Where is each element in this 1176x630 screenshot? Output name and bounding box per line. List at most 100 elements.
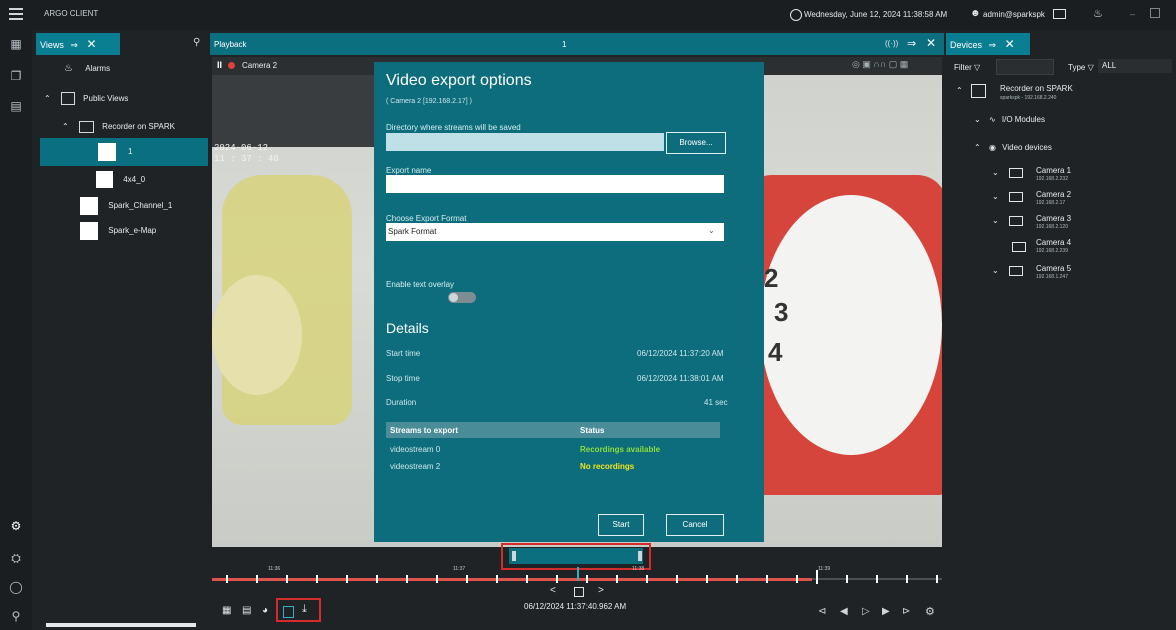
chevron-up-icon[interactable]: ⌃	[62, 122, 69, 131]
prev-event-icon[interactable]: ⊲	[818, 606, 826, 617]
playhead-marker[interactable]	[577, 567, 579, 581]
chevron-down-icon[interactable]: ⌄	[992, 168, 999, 177]
camera-icon	[1008, 192, 1023, 202]
camera-node[interactable]	[1012, 242, 1026, 252]
close-icon[interactable]: ✕	[1005, 37, 1015, 51]
recorder-node[interactable]: ⌃	[956, 84, 986, 98]
camera-node[interactable]: ⌄	[992, 266, 1023, 276]
chevron-down-icon[interactable]: ⌄	[974, 115, 981, 124]
type-label: Type ▽	[1068, 63, 1094, 72]
calendar-icon[interactable]: ▤	[242, 605, 251, 616]
camera-icon	[1008, 266, 1023, 276]
camera-ip: 192.168.1.247	[1036, 274, 1068, 280]
tree-item-recorder[interactable]: ⌃ Recorder on SPARK	[62, 117, 175, 137]
filter-input[interactable]	[996, 59, 1054, 75]
user-name[interactable]: admin@sparkspk	[983, 10, 1045, 19]
chevron-down-icon[interactable]: ⌄	[992, 266, 999, 275]
camera-ip: 192.168.2.17	[1036, 200, 1066, 206]
camera-name: Camera 4	[1036, 238, 1072, 247]
tree-item-public-views[interactable]: ⌃ Public Views	[44, 89, 128, 109]
app-title: ARGO CLIENT	[44, 9, 99, 18]
bell-icon[interactable]: ♨	[1093, 7, 1103, 20]
view-icon	[98, 143, 116, 161]
camera-name: Camera 3	[1036, 214, 1072, 223]
camera-icon	[1008, 168, 1023, 178]
step-back-icon[interactable]: <	[550, 585, 556, 596]
left-toolbar: ▦ ❐ ▤ ⚙ ⛭ ◯ ⚲	[0, 30, 32, 630]
chevron-up-icon[interactable]: ⌃	[956, 86, 963, 95]
camera-ip: 192.168.2.120	[1036, 224, 1068, 230]
stop-icon[interactable]	[574, 587, 584, 597]
current-time-display: 06/12/2024 11:37:40.962 AM	[524, 602, 627, 611]
filter-label: Filter ▽	[954, 63, 981, 72]
tree-item-4x4[interactable]: 4x4_0	[96, 170, 145, 190]
user-profile-icon[interactable]: ◯	[8, 579, 24, 595]
window-icon[interactable]: ❐	[8, 68, 24, 84]
next-event-icon[interactable]: ⊳	[902, 606, 910, 617]
chevron-up-icon[interactable]: ⌃	[44, 94, 51, 103]
camera-ip: 192.168.2.232	[1036, 176, 1068, 182]
chevron-up-icon[interactable]: ⌃	[974, 143, 981, 152]
recorder-sublabel: sparkspk - 192.168.2.240	[1000, 95, 1057, 101]
devices-tab[interactable]: Devices ⇒ ✕	[946, 33, 1030, 55]
camera-node[interactable]: ⌄	[992, 168, 1023, 178]
snapshot-camera-icon[interactable]: ◕	[262, 605, 268, 616]
chat-icon[interactable]	[1053, 9, 1066, 19]
layers-icon[interactable]: ▤	[8, 98, 24, 114]
play-icon[interactable]: ▷	[862, 606, 870, 617]
views-tab-label: Views	[40, 40, 64, 50]
video-devices-node[interactable]: ⌃ ◉ Video devices	[974, 143, 1052, 152]
tree-item-view-1-selected[interactable]: 1	[40, 138, 208, 166]
undock-icon[interactable]: ⇒	[70, 40, 78, 50]
camera-name: Camera 5	[1036, 264, 1072, 273]
key-icon[interactable]: ⚲	[8, 608, 24, 624]
recorder-label: Recorder on SPARK	[1000, 84, 1073, 93]
io-modules-label: I/O Modules	[1001, 115, 1046, 124]
timeline-ticks	[212, 0, 942, 630]
close-icon[interactable]: ✕	[86, 37, 96, 51]
user-icon: ☻	[970, 8, 981, 19]
video-device-icon: ◉	[988, 143, 996, 152]
gear-cog-icon[interactable]: ⛭	[8, 550, 24, 566]
tree-item-alarms[interactable]: ♨ Alarms	[64, 59, 110, 79]
tree-item-label: Spark_Channel_1	[108, 201, 173, 210]
tree-item-label: 1	[128, 147, 133, 156]
views-tab[interactable]: Views ⇒ ✕	[36, 33, 120, 55]
folder-list-icon	[60, 92, 75, 106]
tree-item-label: Public Views	[83, 94, 129, 103]
step-forward-icon[interactable]: >	[598, 585, 604, 596]
chevron-down-icon[interactable]: ⌄	[992, 192, 999, 201]
type-select[interactable]: ALL	[1098, 59, 1172, 73]
tree-item-spark-channel[interactable]: Spark_Channel_1	[80, 196, 172, 216]
chevron-down-icon[interactable]: ⌄	[992, 216, 999, 225]
pin-icon[interactable]: ⚲	[193, 37, 200, 48]
tree-item-label: Spark_e-Map	[108, 226, 157, 235]
undock-icon[interactable]: ⇒	[989, 40, 997, 50]
grid-icon	[96, 171, 113, 189]
views-scrollbar[interactable]	[46, 623, 196, 627]
tree-item-label: Alarms	[85, 64, 111, 73]
grid-layout-icon[interactable]: ▦	[222, 605, 231, 616]
export-tools-highlight	[276, 598, 321, 622]
camera-icon	[1012, 242, 1026, 252]
playback-settings-icon[interactable]: ⚙	[925, 605, 935, 618]
skip-forward-icon[interactable]: ▶	[882, 606, 890, 617]
camera-name: Camera 1	[1036, 166, 1072, 175]
hamburger-menu-icon[interactable]	[9, 8, 23, 20]
minimize-button[interactable]: –	[1130, 9, 1135, 19]
skip-back-icon[interactable]: ◀	[840, 606, 848, 617]
bell-icon: ♨	[64, 63, 73, 74]
camera-node[interactable]: ⌄	[992, 216, 1023, 226]
devices-panel: Filter ▽ Type ▽ ALL ⌃ Recorder on SPARK …	[946, 55, 1176, 630]
calendar-icon[interactable]: ▦	[8, 36, 24, 52]
devices-tab-label: Devices	[950, 40, 983, 50]
camera-ip: 192.168.2.239	[1036, 248, 1068, 254]
maximize-button[interactable]	[1150, 8, 1160, 18]
settings-gear-icon[interactable]: ⚙	[8, 518, 24, 534]
camera-node[interactable]: ⌄	[992, 192, 1023, 202]
io-modules-node[interactable]: ⌄ ∿ I/O Modules	[974, 115, 1045, 124]
tree-item-spark-emap[interactable]: Spark_e-Map	[80, 221, 156, 241]
io-module-icon: ∿	[988, 115, 996, 124]
tree-item-label: 4x4_0	[123, 175, 146, 184]
map-icon	[80, 221, 98, 240]
